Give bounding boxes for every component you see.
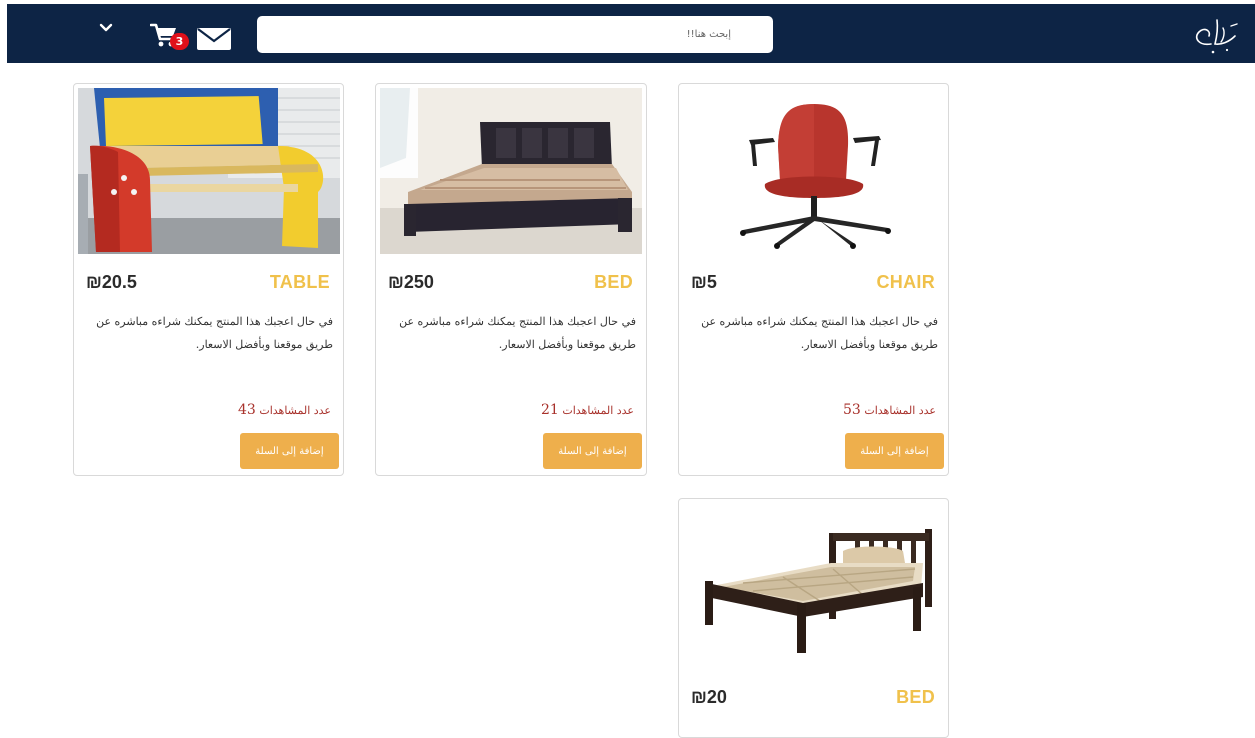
product-image-table[interactable]: [78, 88, 340, 254]
product-description: في حال اعجبك هذا المنتج يمكنك شراءه مباش…: [399, 315, 636, 351]
product-card-chair: CHAIR ₪5 في حال اعجبك هذا المنتج يمكنك ش…: [678, 83, 949, 476]
views-count: 53: [843, 402, 861, 418]
views-count: 43: [238, 402, 256, 418]
product-image-bed-2[interactable]: [683, 503, 945, 669]
product-price: ₪250: [388, 272, 434, 292]
views-count: 21: [541, 402, 559, 418]
table-image: [78, 88, 340, 254]
product-price: ₪20.5: [86, 272, 137, 292]
add-to-cart-button[interactable]: إضافة إلى السلة: [543, 433, 642, 469]
product-image-chair[interactable]: [683, 88, 945, 254]
product-name: BED: [896, 687, 935, 707]
add-to-cart-button[interactable]: إضافة إلى السلة: [240, 433, 339, 469]
search-input[interactable]: [257, 16, 773, 53]
product-name: CHAIR: [876, 272, 935, 292]
top-navbar: 3: [7, 4, 1255, 63]
product-image-bed[interactable]: [380, 88, 642, 254]
cart-count-badge: 3: [170, 33, 189, 50]
product-price: ₪5: [691, 272, 717, 292]
views-label: عدد المشاهدات: [562, 404, 634, 417]
mail-icon[interactable]: [197, 28, 231, 50]
wooden-bed-image: [683, 503, 945, 669]
views-counter: عدد المشاهدات 21: [541, 402, 634, 418]
product-name: BED: [594, 272, 633, 292]
product-name: TABLE: [269, 272, 330, 292]
views-label: عدد المشاهدات: [259, 404, 331, 417]
calligraphy-logo[interactable]: [1187, 14, 1245, 62]
product-card-bed-2: BED ₪20: [678, 498, 949, 738]
views-label: عدد المشاهدات: [864, 404, 936, 417]
product-description: في حال اعجبك هذا المنتج يمكنك شراءه مباش…: [96, 315, 333, 351]
views-counter: عدد المشاهدات 43: [238, 402, 331, 418]
views-counter: عدد المشاهدات 53: [843, 402, 936, 418]
chair-image: [683, 88, 945, 254]
product-card-table: TABLE ₪20.5 في حال اعجبك هذا المنتج يمكن…: [73, 83, 344, 476]
bed-image: [380, 88, 642, 254]
product-card-bed: BED ₪250 في حال اعجبك هذا المنتج يمكنك ش…: [375, 83, 647, 476]
add-to-cart-button[interactable]: إضافة إلى السلة: [845, 433, 944, 469]
product-description: في حال اعجبك هذا المنتج يمكنك شراءه مباش…: [701, 315, 938, 351]
product-price: ₪20: [691, 687, 727, 707]
chevron-down-icon[interactable]: [99, 21, 113, 35]
